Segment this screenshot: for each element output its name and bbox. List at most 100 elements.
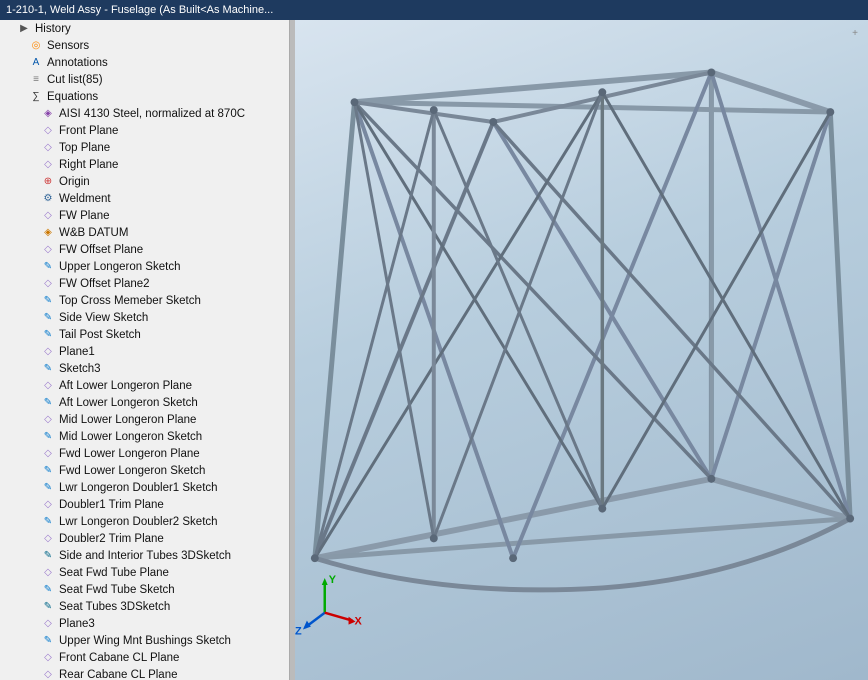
tree-item-label: Seat Fwd Tube Sketch [59,584,175,596]
tree-item-seat-fwd-tube-sketch[interactable]: ✎Seat Fwd Tube Sketch [0,581,289,598]
tree-item-label: Mid Lower Longeron Sketch [59,431,202,443]
tree-item-mid-lower-longeron-sketch[interactable]: ✎Mid Lower Longeron Sketch [0,428,289,445]
3d-viewport[interactable]: + [295,20,868,680]
tree-item-doubler2-trim-plane[interactable]: ◇Doubler2 Trim Plane [0,530,289,547]
plane-icon: ◇ [40,141,56,155]
sketch-icon: ✎ [40,311,56,325]
tree-item-label: Plane1 [59,346,95,358]
3dsketch-icon: ✎ [40,600,56,614]
tree-item-cut-list[interactable]: ≡Cut list(85) [0,71,289,88]
tree-item-lwr-longeron-doubler2-sketch[interactable]: ✎Lwr Longeron Doubler2 Sketch [0,513,289,530]
tree-item-upper-longeron-sketch[interactable]: ✎Upper Longeron Sketch [0,258,289,275]
tree-item-history[interactable]: ▶History [0,20,289,37]
tree-item-fwd-lower-longeron-sketch[interactable]: ✎Fwd Lower Longeron Sketch [0,462,289,479]
tree-item-lwr-longeron-doubler1-sketch[interactable]: ✎Lwr Longeron Doubler1 Sketch [0,479,289,496]
tree-item-label: History [35,23,71,35]
tree-item-wb-datum[interactable]: ◈W&B DATUM [0,224,289,241]
tree-item-sensors[interactable]: ◎Sensors [0,37,289,54]
tree-item-label: Lwr Longeron Doubler1 Sketch [59,482,218,494]
tree-item-label: Top Plane [59,142,110,154]
sketch-icon: ✎ [40,464,56,478]
tree-item-rear-cabane-cl-plane[interactable]: ◇Rear Cabane CL Plane [0,666,289,680]
tree-item-label: Doubler1 Trim Plane [59,499,164,511]
plane-icon: ◇ [40,209,56,223]
tree-item-top-cross-member-sketch[interactable]: ✎Top Cross Memeber Sketch [0,292,289,309]
tree-item-sketch3[interactable]: ✎Sketch3 [0,360,289,377]
tree-item-label: Front Cabane CL Plane [59,652,179,664]
plane2-icon: ◈ [40,226,56,240]
tree-item-label: Fwd Lower Longeron Plane [59,448,200,460]
tree-item-label: Top Cross Memeber Sketch [59,295,201,307]
weld-icon: ⚙ [40,192,56,206]
tree-item-label: Aft Lower Longeron Plane [59,380,192,392]
tree-item-plane3[interactable]: ◇Plane3 [0,615,289,632]
svg-text:Y: Y [329,574,337,586]
main-layout: ▶History◎SensorsAAnnotations≡Cut list(85… [0,20,868,680]
tree-item-label: Seat Fwd Tube Plane [59,567,169,579]
sketch-icon: ✎ [40,430,56,444]
tree-item-material[interactable]: ◈AISI 4130 Steel, normalized at 870C [0,105,289,122]
tree-item-label: Weldment [59,193,111,205]
tree-item-label: Tail Post Sketch [59,329,141,341]
tree-item-doubler1-trim-plane[interactable]: ◇Doubler1 Trim Plane [0,496,289,513]
tree-item-fw-offset-plane[interactable]: ◇FW Offset Plane [0,241,289,258]
tree-item-top-plane[interactable]: ◇Top Plane [0,139,289,156]
plane-icon: ◇ [40,379,56,393]
history-icon: ▶ [16,22,32,36]
tree-item-front-cabane-cl-plane[interactable]: ◇Front Cabane CL Plane [0,649,289,666]
plane-icon: ◇ [40,243,56,257]
tree-item-fwd-lower-longeron-plane[interactable]: ◇Fwd Lower Longeron Plane [0,445,289,462]
tree-item-equations[interactable]: ∑Equations [0,88,289,105]
tree-item-label: FW Offset Plane2 [59,278,150,290]
tree-item-label: Mid Lower Longeron Plane [59,414,196,426]
tree-item-label: FW Plane [59,210,110,222]
plane-icon: ◇ [40,124,56,138]
tree-item-label: Aft Lower Longeron Sketch [59,397,198,409]
plane-icon: ◇ [40,651,56,665]
tree-item-mid-lower-longeron-plane[interactable]: ◇Mid Lower Longeron Plane [0,411,289,428]
tree-item-label: Fwd Lower Longeron Sketch [59,465,205,477]
tree-item-upper-wing-mnt-bushings-sketch[interactable]: ✎Upper Wing Mnt Bushings Sketch [0,632,289,649]
tree-item-annotations[interactable]: AAnnotations [0,54,289,71]
tree-item-label: Sensors [47,40,89,52]
plane-icon: ◇ [40,498,56,512]
tree-item-fw-plane[interactable]: ◇FW Plane [0,207,289,224]
tree-item-label: Equations [47,91,98,103]
sketch-icon: ✎ [40,515,56,529]
tree-item-label: Plane3 [59,618,95,630]
tree-item-origin[interactable]: ⊕Origin [0,173,289,190]
sketch-icon: ✎ [40,396,56,410]
tree-item-fw-offset-plane2[interactable]: ◇FW Offset Plane2 [0,275,289,292]
feature-tree-panel[interactable]: ▶History◎SensorsAAnnotations≡Cut list(85… [0,20,290,680]
tree-item-label: FW Offset Plane [59,244,143,256]
tree-item-label: Side and Interior Tubes 3DSketch [59,550,231,562]
tree-item-label: Upper Longeron Sketch [59,261,180,273]
cut-icon: ≡ [28,73,44,87]
tree-item-aft-lower-longeron-sketch[interactable]: ✎Aft Lower Longeron Sketch [0,394,289,411]
sketch-icon: ✎ [40,260,56,274]
svg-text:X: X [354,616,362,628]
tree-item-label: Rear Cabane CL Plane [59,669,177,680]
3dsketch-icon: ✎ [40,549,56,563]
tree-item-aft-lower-longeron-plane[interactable]: ◇Aft Lower Longeron Plane [0,377,289,394]
plane-icon: ◇ [40,532,56,546]
tree-item-label: AISI 4130 Steel, normalized at 870C [59,108,245,120]
plane-icon: ◇ [40,617,56,631]
tree-item-seat-fwd-tube-plane[interactable]: ◇Seat Fwd Tube Plane [0,564,289,581]
tree-item-side-interior-tubes-3dsketch[interactable]: ✎Side and Interior Tubes 3DSketch [0,547,289,564]
tree-item-plane1[interactable]: ◇Plane1 [0,343,289,360]
tree-item-label: Cut list(85) [47,74,103,86]
sketch-icon: ✎ [40,634,56,648]
tree-item-right-plane[interactable]: ◇Right Plane [0,156,289,173]
sketch-icon: ✎ [40,481,56,495]
tree-item-side-view-sketch[interactable]: ✎Side View Sketch [0,309,289,326]
tree-item-tail-post-sketch[interactable]: ✎Tail Post Sketch [0,326,289,343]
tree-item-label: Sketch3 [59,363,101,375]
tree-item-front-plane[interactable]: ◇Front Plane [0,122,289,139]
tree-item-label: Annotations [47,57,108,69]
plane-icon: ◇ [40,668,56,680]
tree-item-seat-tubes-3dsketch[interactable]: ✎Seat Tubes 3DSketch [0,598,289,615]
tree-item-label: Origin [59,176,90,188]
plane-icon: ◇ [40,277,56,291]
tree-item-weldment[interactable]: ⚙Weldment [0,190,289,207]
